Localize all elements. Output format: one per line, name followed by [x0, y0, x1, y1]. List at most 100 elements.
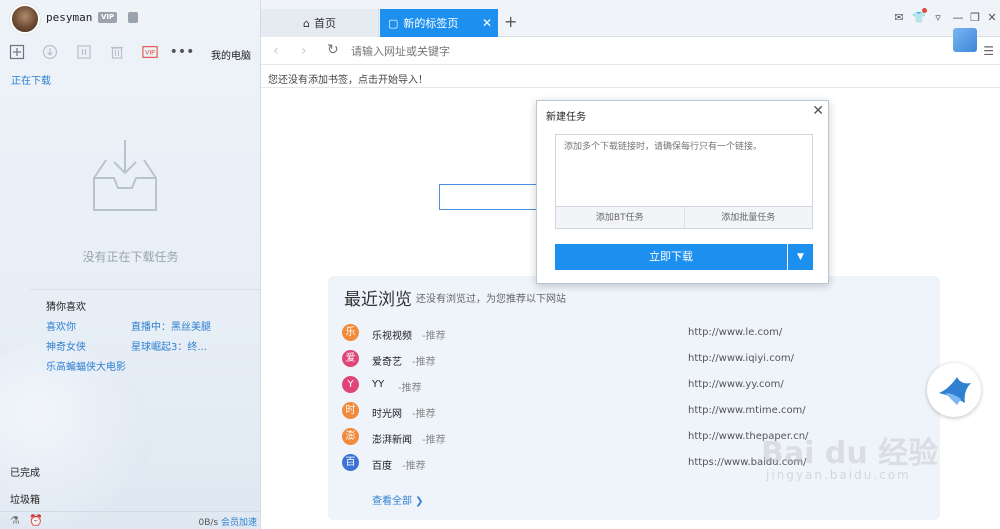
speed-value: 0B/s: [198, 518, 219, 528]
completed-item[interactable]: 已完成: [10, 464, 40, 479]
guess-link[interactable]: 星球崛起3：终...: [131, 338, 207, 353]
site-name: 澎湃新闻: [372, 435, 412, 446]
recent-subtitle: 还没有浏览过，为您推荐以下网站: [416, 294, 566, 305]
profile-area: pesyman VIP: [0, 0, 260, 36]
flask-icon[interactable]: ⚗: [10, 514, 20, 527]
add-batch-button[interactable]: 添加批量任务: [683, 207, 813, 228]
chevron-down-icon[interactable]: ▼: [788, 244, 813, 270]
view-all-link[interactable]: 查看全部 ❯: [372, 492, 424, 507]
trash-item[interactable]: 垃圾箱: [10, 491, 40, 506]
vip-badge[interactable]: VIP: [98, 12, 118, 23]
guess-link[interactable]: 直播中：黑丝美腿: [131, 318, 211, 333]
bird-icon[interactable]: [927, 363, 981, 417]
alarm-icon[interactable]: ⏰: [29, 514, 43, 527]
restore-icon[interactable]: ❐: [968, 10, 982, 24]
dropdown-icon[interactable]: ▿: [931, 10, 945, 24]
guess-title: 猜你喜欢: [46, 302, 86, 313]
downloading-section-title[interactable]: 正在下载: [11, 72, 51, 87]
speed-display: 0B/s 会员加速: [198, 515, 257, 528]
my-pc-button[interactable]: 我的电脑: [211, 47, 251, 62]
recent-title: 最近浏览: [344, 290, 412, 310]
minimize-icon[interactable]: —: [951, 10, 965, 24]
home-icon: ⌂: [303, 16, 310, 30]
bookmark-empty-text[interactable]: 您还没有添加书签，点击开始导入！: [268, 71, 428, 86]
watermark-url: jingyan.baidu.com: [766, 468, 911, 482]
dialog-sub-buttons: 添加BT任务 添加批量任务: [555, 207, 813, 229]
site-icon: 乐: [342, 324, 359, 341]
site-icon: Y: [342, 376, 359, 393]
site-tag: -推荐: [422, 331, 446, 342]
url-input[interactable]: [351, 41, 931, 61]
site-icon: 爱: [342, 350, 359, 367]
site-icon: 澎: [342, 428, 359, 445]
delete-icon[interactable]: [109, 44, 125, 60]
status-bar: ⚗ ⏰ 0B/s 会员加速: [0, 511, 260, 529]
window-close-icon[interactable]: ✕: [985, 10, 999, 24]
sidebar: pesyman VIP VIP ••• 我的电脑 正在下载 没有正在下载任务 猜…: [0, 0, 261, 529]
mail-icon[interactable]: ✉: [892, 10, 906, 24]
forward-icon[interactable]: ›: [301, 43, 307, 59]
close-icon[interactable]: ✕: [482, 16, 492, 30]
level-badge[interactable]: [128, 12, 138, 23]
address-bar: ‹ › ↻ ☰: [261, 28, 1000, 65]
tab-home[interactable]: ⌂ 首页: [261, 9, 379, 37]
site-url: http://www.iqiyi.com/: [688, 353, 794, 364]
avatar[interactable]: [10, 4, 40, 34]
tab-new-label: 新的标签页: [403, 17, 459, 30]
guess-link[interactable]: 乐高蝙蝠侠大电影: [46, 358, 126, 373]
tab-new[interactable]: ▢ 新的标签页 ✕: [380, 9, 498, 37]
site-tag: -推荐: [412, 409, 436, 420]
close-icon[interactable]: ✕: [812, 103, 824, 119]
recent-panel: 最近浏览 还没有浏览过，为您推荐以下网站 乐 乐视视频 -推荐 http://w…: [328, 276, 940, 520]
page-search-input[interactable]: [439, 184, 539, 210]
refresh-icon[interactable]: ↻: [327, 42, 339, 58]
site-url: http://www.yy.com/: [688, 379, 784, 390]
tab-bar: ⌂ 首页 ▢ 新的标签页 ✕ + ✉ 👕 ▿ — ❐ ✕: [261, 0, 1000, 37]
download-now-button[interactable]: 立即下载: [555, 244, 787, 270]
guess-link[interactable]: 喜欢你: [46, 318, 76, 333]
notification-dot: [922, 8, 927, 13]
svg-text:VIP: VIP: [145, 50, 155, 57]
site-tag: -推荐: [402, 461, 426, 472]
site-row[interactable]: 爱 爱奇艺 -推荐 http://www.iqiyi.com/: [342, 350, 932, 370]
tab-home-label: 首页: [313, 17, 336, 30]
username[interactable]: pesyman: [46, 11, 92, 24]
watermark-logo: Bai du 经验: [761, 436, 939, 471]
inbox-icon: [93, 140, 157, 211]
site-url: http://www.mtime.com/: [688, 405, 806, 416]
site-icon: 百: [342, 454, 359, 471]
new-tab-icon[interactable]: +: [504, 14, 517, 30]
extension-icon[interactable]: [953, 28, 977, 52]
back-icon[interactable]: ‹: [273, 43, 279, 59]
empty-download-text: 没有正在下载任务: [82, 250, 179, 264]
more-icon[interactable]: •••: [170, 44, 195, 60]
site-name: 爱奇艺: [372, 357, 402, 368]
link-textarea[interactable]: [555, 134, 813, 207]
guess-link[interactable]: 神奇女侠: [46, 338, 86, 353]
menu-icon[interactable]: ☰: [983, 44, 994, 58]
vip-icon[interactable]: VIP: [141, 44, 159, 60]
new-task-icon[interactable]: [9, 44, 25, 60]
site-name: YY: [372, 379, 385, 390]
bookmark-bar: 您还没有添加书签，点击开始导入！: [261, 66, 1000, 88]
dialog-title: 新建任务: [546, 112, 586, 123]
site-tag: -推荐: [412, 357, 436, 368]
site-name: 时光网: [372, 409, 402, 420]
new-task-dialog: 新建任务 ✕ 添加BT任务 添加批量任务 立即下载 ▼: [536, 100, 829, 284]
page-icon: ▢: [388, 16, 399, 30]
site-row[interactable]: Y YY -推荐 http://www.yy.com/: [342, 376, 932, 396]
boost-link[interactable]: 会员加速: [221, 518, 257, 528]
site-url: http://www.le.com/: [688, 327, 783, 338]
site-row[interactable]: 乐 乐视视频 -推荐 http://www.le.com/: [342, 324, 932, 344]
pause-icon[interactable]: [76, 44, 92, 60]
download-toolbar: VIP ••• 我的电脑: [0, 40, 260, 66]
add-bt-button[interactable]: 添加BT任务: [556, 207, 684, 228]
site-tag: -推荐: [398, 383, 422, 394]
site-tag: -推荐: [422, 435, 446, 446]
site-row[interactable]: 时 时光网 -推荐 http://www.mtime.com/: [342, 402, 932, 422]
site-icon: 时: [342, 402, 359, 419]
divider: [30, 289, 260, 290]
start-icon[interactable]: [42, 44, 58, 60]
site-name: 百度: [372, 461, 392, 472]
site-name: 乐视视频: [372, 331, 412, 342]
